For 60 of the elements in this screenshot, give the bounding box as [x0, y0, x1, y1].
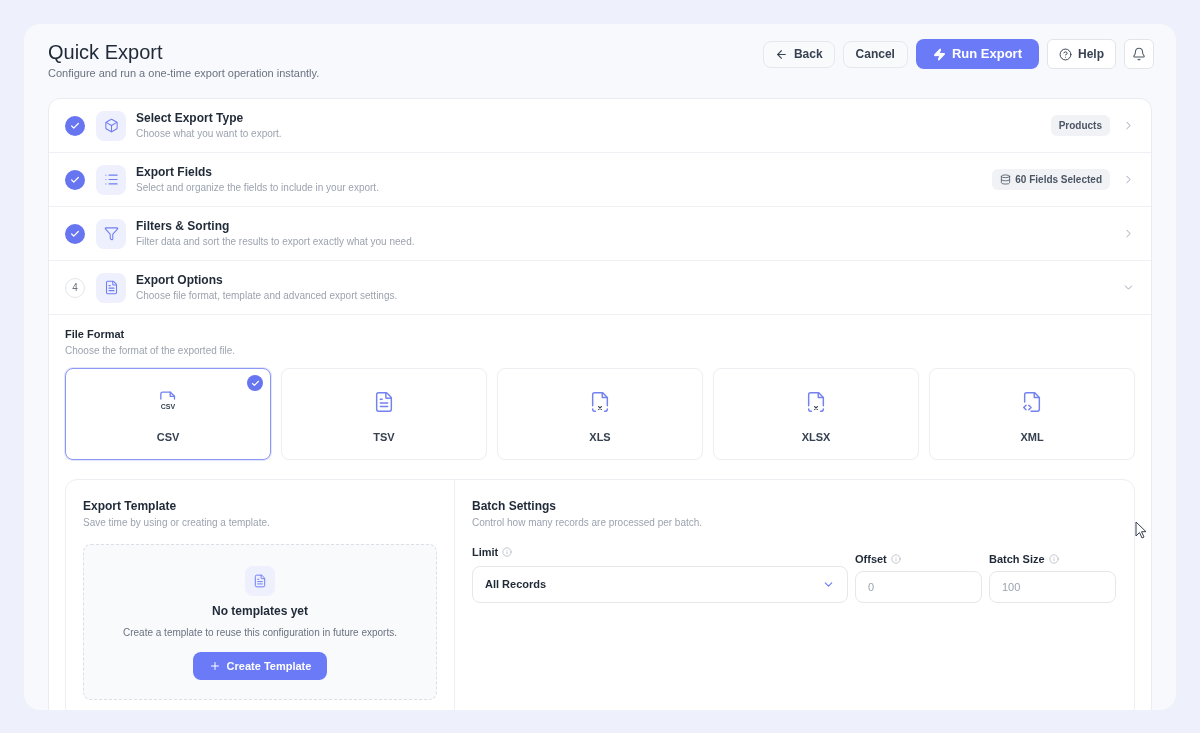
step-description: Choose what you want to export.: [136, 127, 282, 140]
field-label: Limit: [472, 545, 499, 559]
field-label: Batch Size: [989, 552, 1045, 566]
step-title: Export Options: [136, 273, 224, 288]
export-type-tag: Products: [1050, 115, 1110, 136]
step-description: Choose file format, template and advanced export settings.: [136, 289, 398, 302]
fields-count-text: 60 Fields Selected: [1015, 173, 1102, 187]
format-option[interactable]: XLS: [497, 368, 703, 460]
notifications-button[interactable]: [1124, 39, 1154, 69]
empty-title: No templates yet: [212, 603, 308, 619]
bell-icon: [1132, 47, 1146, 61]
step-row[interactable]: 4 Export Options Choose file format, template and advanced export settings.: [49, 261, 1151, 315]
step-row[interactable]: Select Export Type Choose what you want to export. Products: [49, 99, 1151, 153]
back-button[interactable]: Back: [762, 40, 835, 68]
format-option[interactable]: XLSX: [713, 368, 919, 460]
run-export-button[interactable]: Run Export: [915, 39, 1039, 69]
back-arrow-icon: [774, 47, 788, 61]
filter-icon: [96, 218, 126, 249]
list-icon: [96, 164, 126, 195]
document-icon: [96, 272, 126, 303]
code-file-icon: [1021, 391, 1043, 413]
file-x-icon: [805, 391, 827, 413]
help-button[interactable]: Help: [1047, 39, 1116, 69]
plus-icon: [208, 660, 221, 672]
format-option[interactable]: TSV: [281, 368, 487, 460]
number-input[interactable]: 100: [989, 571, 1116, 603]
page-subtitle: Configure and run a one-time export operation instantly.: [48, 66, 320, 81]
format-option[interactable]: XML: [929, 368, 1135, 460]
step-description: Select and organize the fields to include in your export.: [136, 181, 379, 194]
selected-check-icon: [247, 375, 263, 391]
step-row[interactable]: Filters & Sorting Filter data and sort the results to export exactly what you need.: [49, 207, 1151, 261]
info-icon: [1048, 554, 1059, 564]
info-icon: [502, 547, 513, 557]
empty-description: Create a template to reuse this configuration in future exports.: [122, 626, 397, 639]
cancel-button[interactable]: Cancel: [842, 40, 908, 68]
step-title: Filters & Sorting: [136, 219, 231, 234]
step-title: Export Fields: [136, 165, 213, 180]
page-title: Quick Export: [48, 40, 164, 65]
step-description: Filter data and sort the results to export exactly what you need.: [136, 235, 415, 248]
database-icon: [1000, 174, 1012, 185]
section-description: Control how many records are processed per batch.: [472, 516, 704, 529]
number-input[interactable]: 0: [855, 571, 982, 603]
text-file-icon: [373, 391, 395, 413]
cube-icon: [96, 110, 126, 141]
create-template-button[interactable]: Create Template: [192, 652, 328, 680]
section-description: Save time by using or creating a template.: [83, 516, 271, 529]
section-title: Batch Settings: [472, 498, 557, 514]
step-number: 4: [65, 277, 85, 298]
section-description: Choose the format of the exported file.: [65, 344, 237, 357]
limit-select[interactable]: All Records: [472, 566, 848, 603]
help-icon: [1059, 47, 1072, 61]
section-title: File Format: [65, 327, 126, 341]
lightning-icon: [932, 47, 946, 61]
section-title: Export Template: [83, 498, 178, 514]
document-icon: [245, 566, 275, 596]
step-row[interactable]: Export Fields Select and organize the fields to include in your export. 60 Fields Selected: [49, 153, 1151, 207]
field-label: Offset: [855, 552, 887, 566]
info-icon: [890, 554, 901, 564]
step-title: Select Export Type: [136, 111, 245, 126]
file-x-icon: [589, 391, 611, 413]
